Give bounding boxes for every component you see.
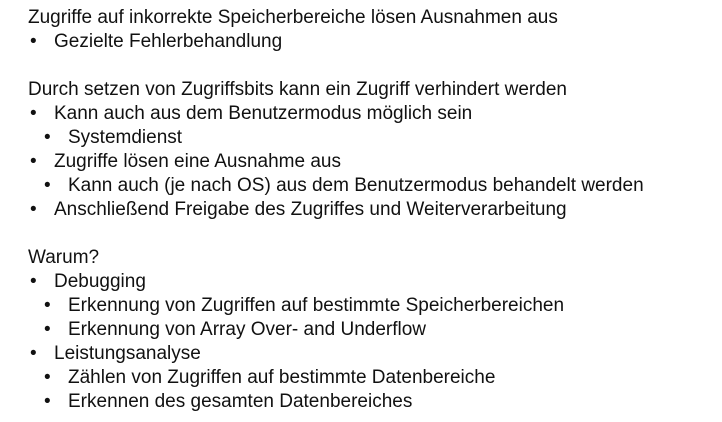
- list-item-text: Systemdienst: [68, 127, 183, 148]
- list-item: • Zugriffe lösen eine Ausnahme aus: [28, 150, 722, 174]
- bullet-icon: •: [44, 391, 51, 412]
- list-item-text: Debugging: [54, 271, 146, 292]
- section-heading: Warum?: [28, 247, 100, 268]
- list-item: • Gezielte Fehlerbehandlung: [28, 30, 722, 54]
- bullet-icon: •: [44, 367, 51, 388]
- list-item: • Debugging: [28, 270, 722, 294]
- list-item-text: Zählen von Zugriffen auf bestimmte Daten…: [68, 367, 496, 388]
- list-item: • Leistungsanalyse: [28, 342, 722, 366]
- list-item-text: Zugriffe lösen eine Ausnahme aus: [54, 151, 341, 172]
- bullet-icon: •: [44, 295, 51, 316]
- list-item-text: Leistungsanalyse: [54, 343, 201, 364]
- list-item-text: Erkennung von Zugriffen auf bestimmte Sp…: [68, 295, 565, 316]
- bullet-icon: •: [30, 199, 37, 220]
- list-item-text: Anschließend Freigabe des Zugriffes und …: [54, 199, 567, 220]
- bullet-icon: •: [44, 127, 51, 148]
- bullet-icon: •: [30, 151, 37, 172]
- sub-list-item: • Systemdienst: [28, 126, 722, 150]
- bullet-icon: •: [30, 103, 37, 124]
- sub-list-item: • Kann auch (je nach OS) aus dem Benutze…: [28, 174, 722, 198]
- section-heading: Durch setzen von Zugriffsbits kann ein Z…: [28, 79, 567, 100]
- bullet-icon: •: [44, 175, 51, 196]
- bullet-icon: •: [44, 319, 51, 340]
- list-item: • Kann auch aus dem Benutzermodus möglic…: [28, 102, 722, 126]
- sub-list-item: • Erkennung von Zugriffen auf bestimmte …: [28, 294, 722, 318]
- list-item: • Anschließend Freigabe des Zugriffes un…: [28, 198, 722, 222]
- list-item-text: Erkennen des gesamten Datenbereiches: [68, 391, 413, 412]
- section-heading: Zugriffe auf inkorrekte Speicherbereiche…: [28, 7, 558, 28]
- bullet-icon: •: [30, 31, 37, 52]
- list-item-text: Erkennung von Array Over- and Underflow: [68, 319, 427, 340]
- list-item-text: Gezielte Fehlerbehandlung: [54, 31, 283, 52]
- sub-list-item: • Erkennen des gesamten Datenbereiches: [28, 390, 722, 414]
- slide-content: Zugriffe auf inkorrekte Speicherbereiche…: [0, 0, 722, 422]
- sub-list-item: • Zählen von Zugriffen auf bestimmte Dat…: [28, 366, 722, 390]
- bullet-icon: •: [30, 271, 37, 292]
- bullet-icon: •: [30, 343, 37, 364]
- list-item-text: Kann auch (je nach OS) aus dem Benutzerm…: [68, 175, 644, 196]
- list-item-text: Kann auch aus dem Benutzermodus möglich …: [54, 103, 473, 124]
- sub-list-item: • Erkennung von Array Over- and Underflo…: [28, 318, 722, 342]
